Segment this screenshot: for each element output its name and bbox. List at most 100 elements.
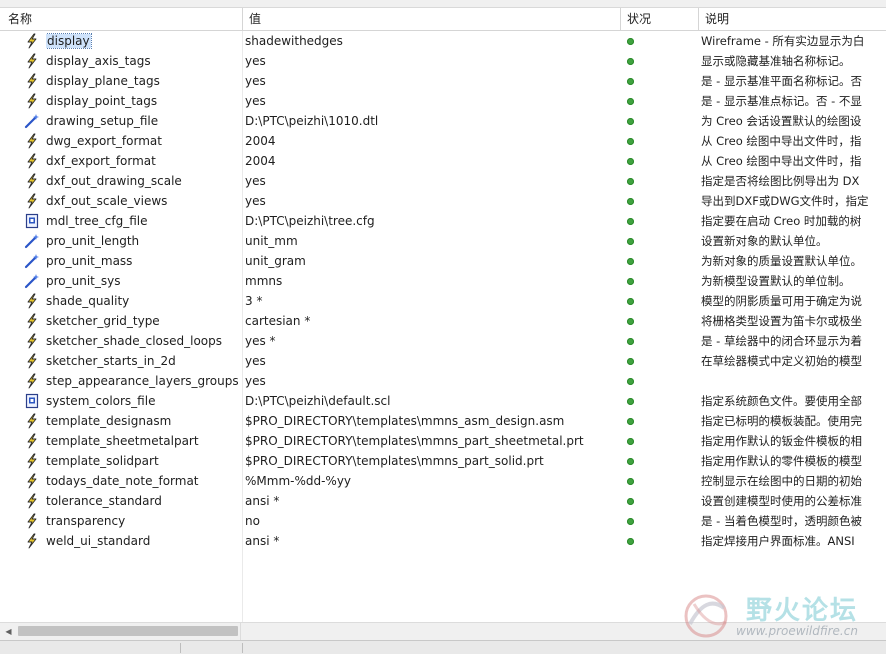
table-row[interactable]: sketcher_shade_closed_loops yes * 是 - 草绘器中… bbox=[0, 331, 886, 351]
table-row[interactable]: dxf_export_format 2004 从 Creo 绘图中导出文件时，指 bbox=[0, 151, 886, 171]
option-name[interactable]: drawing_setup_file bbox=[46, 111, 241, 131]
option-value[interactable]: yes * bbox=[245, 331, 619, 351]
option-value[interactable]: 2004 bbox=[245, 151, 619, 171]
table-row[interactable]: template_sheetmetalpart $PRO_DIRECTORY\te… bbox=[0, 431, 886, 451]
header-status[interactable]: 状况 bbox=[622, 8, 698, 30]
table-row[interactable]: display_point_tags yes 是 - 显示基准点标记。否 - 不显 bbox=[0, 91, 886, 111]
option-value[interactable]: mmns bbox=[245, 271, 619, 291]
table-row[interactable]: dxf_out_drawing_scale yes 指定是否将绘图比例导出为 DX bbox=[0, 171, 886, 191]
option-name[interactable]: system_colors_file bbox=[46, 391, 241, 411]
header-divider[interactable] bbox=[620, 8, 621, 30]
option-name[interactable]: weld_ui_standard bbox=[46, 531, 241, 551]
header-description[interactable]: 说明 bbox=[700, 8, 886, 30]
table-row[interactable]: shade_quality 3 * 模型的阴影质量可用于确定为说 bbox=[0, 291, 886, 311]
option-description: 是 - 显示基准点标记。否 - 不显 bbox=[701, 94, 862, 108]
option-value[interactable]: D:\PTC\peizhi\default.scl bbox=[245, 391, 619, 411]
option-name[interactable]: pro_unit_mass bbox=[46, 251, 241, 271]
lightning-icon bbox=[24, 51, 40, 71]
table-row[interactable]: display_plane_tags yes 是 - 显示基准平面名称标记。否 bbox=[0, 71, 886, 91]
scrollbar-divider bbox=[240, 623, 241, 640]
table-row[interactable]: mdl_tree_cfg_file D:\PTC\peizhi\tree.cfg 指… bbox=[0, 211, 886, 231]
table-row[interactable]: system_colors_file D:\PTC\peizhi\default.… bbox=[0, 391, 886, 411]
watermark-logo-icon bbox=[684, 594, 728, 638]
option-name[interactable]: template_solidpart bbox=[46, 451, 241, 471]
option-value[interactable]: %Mmm-%dd-%yy bbox=[245, 471, 619, 491]
option-name[interactable]: todays_date_note_format bbox=[46, 471, 241, 491]
header-name[interactable]: 名称 bbox=[3, 8, 241, 30]
option-name[interactable]: sketcher_shade_closed_loops bbox=[46, 331, 241, 351]
option-name[interactable]: dxf_out_drawing_scale bbox=[46, 171, 241, 191]
option-value[interactable]: 3 * bbox=[245, 291, 619, 311]
option-name[interactable]: step_appearance_layers_groups bbox=[46, 371, 241, 391]
option-name[interactable]: template_sheetmetalpart bbox=[46, 431, 241, 451]
status-dot-icon bbox=[627, 337, 634, 345]
option-value[interactable]: shadewithedges bbox=[245, 31, 619, 51]
header-value[interactable]: 值 bbox=[244, 8, 619, 30]
option-value[interactable]: yes bbox=[245, 71, 619, 91]
option-value[interactable]: cartesian * bbox=[245, 311, 619, 331]
option-value[interactable]: 2004 bbox=[245, 131, 619, 151]
status-indicator bbox=[624, 311, 701, 331]
option-name[interactable]: tolerance_standard bbox=[46, 491, 241, 511]
option-value[interactable]: yes bbox=[245, 91, 619, 111]
option-name[interactable]: template_designasm bbox=[46, 411, 241, 431]
table-row[interactable]: pro_unit_length unit_mm 设置新对象的默认单位。 bbox=[0, 231, 886, 251]
option-value[interactable]: unit_gram bbox=[245, 251, 619, 271]
option-name[interactable]: mdl_tree_cfg_file bbox=[46, 211, 241, 231]
lightning-icon bbox=[24, 531, 40, 551]
table-row[interactable]: drawing_setup_file D:\PTC\peizhi\1010.dtl… bbox=[0, 111, 886, 131]
option-value[interactable]: yes bbox=[245, 351, 619, 371]
option-value[interactable]: no bbox=[245, 511, 619, 531]
option-name-text: weld_ui_standard bbox=[46, 534, 151, 548]
option-value[interactable]: yes bbox=[245, 191, 619, 211]
option-value[interactable]: D:\PTC\peizhi\tree.cfg bbox=[245, 211, 619, 231]
option-value[interactable]: unit_mm bbox=[245, 231, 619, 251]
table-row[interactable]: pro_unit_sys mmns 为新模型设置默认的单位制。 bbox=[0, 271, 886, 291]
option-name[interactable]: sketcher_grid_type bbox=[46, 311, 241, 331]
option-name[interactable]: display_plane_tags bbox=[46, 71, 241, 91]
table-row[interactable]: sketcher_starts_in_2d yes 在草绘器模式中定义初始的模型 bbox=[0, 351, 886, 371]
table-row[interactable]: pro_unit_mass unit_gram 为新对象的质量设置默认单位。 bbox=[0, 251, 886, 271]
status-indicator bbox=[624, 211, 701, 231]
option-name[interactable]: display_point_tags bbox=[46, 91, 241, 111]
option-value[interactable]: ansi * bbox=[245, 491, 619, 511]
table-header: 名称 值 状况 说明 bbox=[0, 8, 886, 31]
table-row[interactable]: step_appearance_layers_groups yes bbox=[0, 371, 886, 391]
status-indicator bbox=[624, 351, 701, 371]
option-value[interactable]: $PRO_DIRECTORY\templates\mmns_asm_design… bbox=[245, 411, 619, 431]
scrollbar-thumb[interactable] bbox=[18, 626, 238, 636]
table-row[interactable]: template_designasm $PRO_DIRECTORY\templat… bbox=[0, 411, 886, 431]
option-name[interactable]: sketcher_starts_in_2d bbox=[46, 351, 241, 371]
table-row[interactable]: tolerance_standard ansi * 设置创建模型时使用的公差标准 bbox=[0, 491, 886, 511]
option-value[interactable]: yes bbox=[245, 51, 619, 71]
table-row[interactable]: todays_date_note_format %Mmm-%dd-%yy 控制显示在… bbox=[0, 471, 886, 491]
option-name[interactable]: shade_quality bbox=[46, 291, 241, 311]
option-name[interactable]: dxf_out_scale_views bbox=[46, 191, 241, 211]
header-divider[interactable] bbox=[242, 8, 243, 30]
table-row[interactable]: display_axis_tags yes 显示或隐藏基准轴名称标记。 bbox=[0, 51, 886, 71]
header-divider[interactable] bbox=[698, 8, 699, 30]
option-value[interactable]: yes bbox=[245, 371, 619, 391]
option-value[interactable]: $PRO_DIRECTORY\templates\mmns_part_sheet… bbox=[245, 431, 619, 451]
table-row[interactable]: sketcher_grid_type cartesian * 将栅格类型设置为笛卡尔… bbox=[0, 311, 886, 331]
option-name[interactable]: transparency bbox=[46, 511, 241, 531]
option-name[interactable]: dwg_export_format bbox=[46, 131, 241, 151]
option-value[interactable]: D:\PTC\peizhi\1010.dtl bbox=[245, 111, 619, 131]
table-row[interactable]: weld_ui_standard ansi * 指定焊接用户界面标准。ANSI bbox=[0, 531, 886, 551]
option-value[interactable]: yes bbox=[245, 171, 619, 191]
option-name[interactable]: dxf_export_format bbox=[46, 151, 241, 171]
option-value[interactable]: $PRO_DIRECTORY\templates\mmns_part_solid… bbox=[245, 451, 619, 471]
option-name[interactable]: display bbox=[46, 31, 241, 51]
table-row[interactable]: dwg_export_format 2004 从 Creo 绘图中导出文件时，指 bbox=[0, 131, 886, 151]
table-row[interactable]: display shadewithedges Wireframe - 所有实边显示为… bbox=[0, 31, 886, 51]
table-row[interactable]: dxf_out_scale_views yes 导出到DXF或DWG文件时，指定 bbox=[0, 191, 886, 211]
table-row[interactable]: transparency no 是 - 当着色模型时，透明颜色被 bbox=[0, 511, 886, 531]
lightning-icon bbox=[24, 491, 40, 511]
option-value[interactable]: ansi * bbox=[245, 531, 619, 551]
option-name[interactable]: pro_unit_sys bbox=[46, 271, 241, 291]
file-icon bbox=[24, 211, 40, 231]
option-name[interactable]: pro_unit_length bbox=[46, 231, 241, 251]
scroll-left-icon[interactable]: ◀ bbox=[0, 623, 17, 640]
table-row[interactable]: template_solidpart $PRO_DIRECTORY\templat… bbox=[0, 451, 886, 471]
option-name[interactable]: display_axis_tags bbox=[46, 51, 241, 71]
